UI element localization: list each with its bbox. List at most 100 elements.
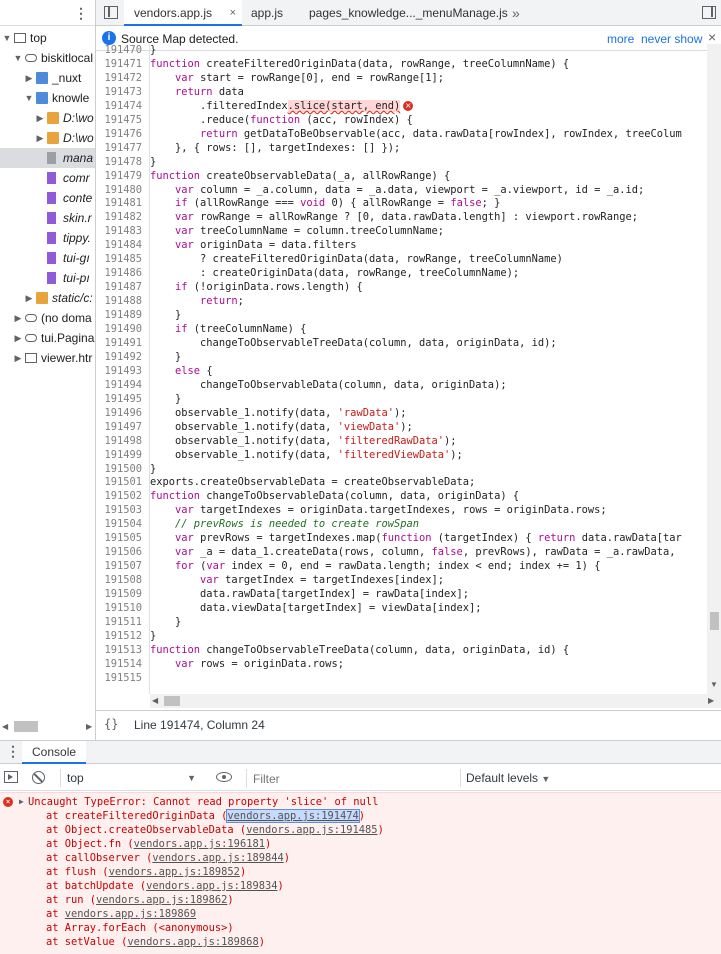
code-line[interactable]: ? createFilteredOriginData(data, rowRang… [150, 253, 563, 265]
code-line[interactable]: exports.createObservableData = createObs… [150, 476, 475, 488]
code-line[interactable]: } [150, 309, 181, 321]
line-number[interactable]: 191488 [96, 295, 146, 307]
expanded-triangle-icon[interactable]: ▼ [13, 48, 23, 68]
code-line[interactable]: function changeToObservableData(column, … [150, 490, 519, 502]
code-line[interactable]: return data [150, 86, 244, 98]
line-number[interactable]: 191486 [96, 267, 146, 279]
code-editor[interactable]: 191470} 191471 function createFilteredOrig… [96, 44, 707, 694]
code-line[interactable]: observable_1.notify(data, 'filteredViewD… [150, 449, 463, 461]
code-line[interactable]: data.rawData[targetIndex] = rawData[inde… [150, 588, 469, 600]
stack-frame-link[interactable]: vendors.app.js:189868 [127, 936, 258, 948]
code-line[interactable]: var targetIndex = targetIndexes[index]; [150, 574, 444, 586]
tree-item[interactable]: comr [0, 168, 95, 188]
scroll-right-icon[interactable]: ▶ [86, 722, 92, 731]
line-number[interactable]: 191484 [96, 239, 146, 251]
line-number[interactable]: 191482 [96, 211, 146, 223]
drawer-menu-icon[interactable]: ⋮ [6, 743, 20, 760]
tab-app-js[interactable]: app.js [242, 0, 300, 26]
line-number[interactable]: 191479 [96, 170, 146, 182]
code-line[interactable]: var rows = originData.rows; [150, 658, 344, 670]
code-line[interactable]: function createFilteredOriginData(data, … [150, 58, 569, 70]
line-number[interactable]: 191500 [96, 463, 146, 475]
line-number[interactable]: 191475 [96, 114, 146, 126]
stack-frame-link[interactable]: vendors.app.js:189862 [96, 894, 227, 906]
collapsed-triangle-icon[interactable]: ▶ [24, 68, 34, 88]
scrollbar-thumb[interactable] [710, 612, 719, 630]
tree-item[interactable]: ▶ static/c: [0, 288, 95, 308]
line-number[interactable]: 191507 [96, 560, 146, 572]
stack-frame-link[interactable]: vendors.app.js:191485 [246, 824, 377, 836]
stack-frame-link[interactable]: vendors.app.js:189869 [65, 908, 196, 920]
code-line[interactable]: function createObservableData(_a, allRow… [150, 170, 450, 182]
close-icon[interactable]: × [230, 0, 236, 26]
line-number[interactable]: 191509 [96, 588, 146, 600]
code-line[interactable]: } [150, 463, 156, 475]
context-selector[interactable]: top ▼ [60, 769, 200, 787]
line-number[interactable]: 191499 [96, 449, 146, 461]
sidebar-horizontal-scrollbar[interactable]: ◀ ▶ [0, 718, 95, 738]
code-line[interactable]: observable_1.notify(data, 'viewData'); [150, 421, 413, 433]
close-icon[interactable]: × [708, 29, 716, 45]
line-number[interactable]: 191512 [96, 630, 146, 642]
line-number[interactable]: 191511 [96, 616, 146, 628]
stack-frame-link[interactable]: vendors.app.js:191474 [226, 809, 360, 823]
expanded-triangle-icon[interactable]: ▼ [2, 28, 12, 48]
code-line[interactable]: }, { rows: [], targetIndexes: [] }); [150, 142, 400, 154]
pretty-print-braces-icon[interactable]: {} [104, 717, 118, 731]
line-number[interactable]: 191510 [96, 602, 146, 614]
code-line[interactable]: } [150, 616, 181, 628]
tab-vendors-app-js[interactable]: vendors.app.js × [124, 0, 242, 26]
toggle-navigator-icon[interactable] [104, 6, 118, 19]
line-number[interactable]: 191489 [96, 309, 146, 321]
line-number[interactable]: 191514 [96, 658, 146, 670]
line-number[interactable]: 191483 [96, 225, 146, 237]
collapsed-triangle-icon[interactable]: ▶ [35, 128, 45, 148]
code-line[interactable]: if (allRowRange === void 0) { allRowRang… [150, 197, 500, 209]
line-number[interactable]: 191502 [96, 490, 146, 502]
code-line-error[interactable]: .filteredIndex.slice(start, end) × [150, 99, 414, 112]
collapsed-triangle-icon[interactable]: ▶ [35, 108, 45, 128]
code-line[interactable]: var rowRange = allRowRange ? [0, data.ra… [150, 211, 638, 223]
code-line[interactable]: function changeToObservableTreeData(colu… [150, 644, 569, 656]
line-number[interactable]: 191515 [96, 672, 146, 684]
navigator-menu-icon[interactable]: ⋮ [74, 5, 88, 21]
expand-triangle-icon[interactable]: ▶ [19, 797, 24, 806]
scrollbar-thumb[interactable] [164, 696, 180, 706]
code-line[interactable]: changeToObservableData(column, data, ori… [150, 379, 507, 391]
line-number[interactable]: 191504 [96, 518, 146, 530]
code-line[interactable]: var _a = data_1.createData(rows, column,… [150, 546, 675, 558]
tree-item[interactable]: ▶ _nuxt [0, 68, 95, 88]
line-number[interactable]: 191490 [96, 323, 146, 335]
code-line[interactable]: observable_1.notify(data, 'rawData'); [150, 407, 406, 419]
code-line[interactable]: } [150, 156, 156, 168]
tree-item[interactable]: ▶ D:\wo [0, 128, 95, 148]
tree-item[interactable]: ▼ knowle [0, 88, 95, 108]
scroll-left-icon[interactable]: ◀ [2, 722, 8, 731]
tree-item[interactable]: tui-pı [0, 268, 95, 288]
line-number[interactable]: 191505 [96, 532, 146, 544]
tree-item[interactable]: ▶ viewer.htr [0, 348, 95, 368]
tree-item[interactable]: ▶ (no doma [0, 308, 95, 328]
scroll-down-icon[interactable]: ▼ [710, 680, 718, 689]
code-line[interactable]: var originData = data.filters [150, 239, 356, 251]
tree-item[interactable]: skin.r [0, 208, 95, 228]
tree-item[interactable]: ▼ top [0, 28, 95, 48]
scroll-right-icon[interactable]: ▶ [708, 696, 714, 705]
stack-frame-link[interactable]: vendors.app.js:189844 [152, 852, 283, 864]
log-levels-dropdown[interactable]: Default levels ▼ [460, 769, 550, 787]
line-number[interactable]: 191497 [96, 421, 146, 433]
code-line[interactable]: } [150, 630, 156, 642]
expanded-triangle-icon[interactable]: ▼ [24, 88, 34, 108]
code-line[interactable]: var targetIndexes = originData.targetInd… [150, 504, 607, 516]
tree-item[interactable]: ▶ D:\wo [0, 108, 95, 128]
tree-item[interactable]: ▼ biskitlocal [0, 48, 95, 68]
tree-item[interactable]: ▶ tui.Pagina [0, 328, 95, 348]
more-tabs-button[interactable]: » [512, 0, 532, 26]
line-number[interactable]: 191506 [96, 546, 146, 558]
line-number[interactable]: 191473 [96, 86, 146, 98]
code-line[interactable]: var start = rowRange[0], end = rowRange[… [150, 72, 444, 84]
line-number[interactable]: 191498 [96, 435, 146, 447]
code-line[interactable]: .reduce(function (acc, rowIndex) { [150, 114, 413, 126]
toggle-debugger-icon[interactable] [702, 6, 716, 19]
collapsed-triangle-icon[interactable]: ▶ [13, 348, 23, 368]
